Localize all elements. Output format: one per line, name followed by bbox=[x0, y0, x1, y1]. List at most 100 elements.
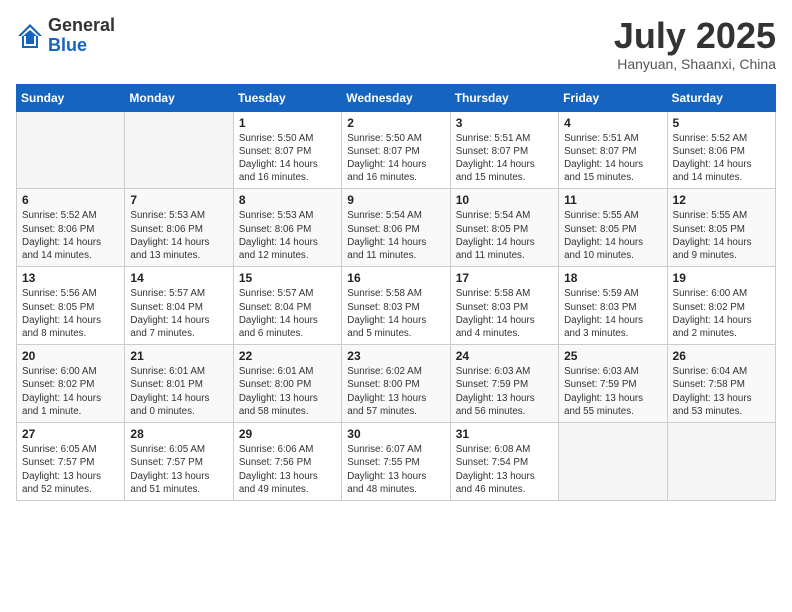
sunset-label: Sunset: 8:00 PM bbox=[239, 379, 311, 390]
day-info: Sunrise: 6:03 AMSunset: 7:59 PMDaylight:… bbox=[564, 365, 661, 418]
sunrise-label: Sunrise: 5:58 AM bbox=[456, 288, 531, 299]
calendar-cell bbox=[667, 423, 775, 501]
daylight-label: Daylight: 14 hours and 7 minutes. bbox=[130, 315, 209, 339]
day-number: 8 bbox=[239, 193, 336, 207]
daylight-label: Daylight: 14 hours and 5 minutes. bbox=[347, 315, 426, 339]
sunrise-label: Sunrise: 5:53 AM bbox=[239, 210, 314, 221]
sunset-label: Sunset: 8:07 PM bbox=[239, 146, 311, 157]
day-number: 1 bbox=[239, 116, 336, 130]
day-number: 5 bbox=[673, 116, 770, 130]
daylight-label: Daylight: 14 hours and 1 minute. bbox=[22, 393, 101, 417]
sunrise-label: Sunrise: 6:00 AM bbox=[22, 366, 97, 377]
sunset-label: Sunset: 8:03 PM bbox=[564, 302, 636, 313]
day-number: 13 bbox=[22, 271, 119, 285]
day-number: 15 bbox=[239, 271, 336, 285]
sunset-label: Sunset: 8:03 PM bbox=[456, 302, 528, 313]
sunset-label: Sunset: 8:06 PM bbox=[673, 146, 745, 157]
day-number: 6 bbox=[22, 193, 119, 207]
day-number: 25 bbox=[564, 349, 661, 363]
calendar-cell: 30Sunrise: 6:07 AMSunset: 7:55 PMDayligh… bbox=[342, 423, 450, 501]
day-info: Sunrise: 5:54 AMSunset: 8:06 PMDaylight:… bbox=[347, 209, 444, 262]
daylight-label: Daylight: 13 hours and 52 minutes. bbox=[22, 471, 101, 495]
calendar-cell: 12Sunrise: 5:55 AMSunset: 8:05 PMDayligh… bbox=[667, 189, 775, 267]
calendar-cell: 8Sunrise: 5:53 AMSunset: 8:06 PMDaylight… bbox=[233, 189, 341, 267]
sunrise-label: Sunrise: 5:51 AM bbox=[456, 133, 531, 144]
week-row-2: 6 Sunrise: 5:52 AM Sunset: 8:06 PM Daylight… bbox=[17, 189, 776, 267]
calendar-cell: 16Sunrise: 5:58 AMSunset: 8:03 PMDayligh… bbox=[342, 267, 450, 345]
sunrise-label: Sunrise: 6:02 AM bbox=[347, 366, 422, 377]
sunset-label: Sunset: 8:07 PM bbox=[456, 146, 528, 157]
sunset-label: Sunset: 8:06 PM bbox=[22, 224, 94, 235]
calendar-cell: 20Sunrise: 6:00 AMSunset: 8:02 PMDayligh… bbox=[17, 345, 125, 423]
sunrise-label: Sunrise: 5:52 AM bbox=[673, 133, 748, 144]
calendar-cell: 14Sunrise: 5:57 AMSunset: 8:04 PMDayligh… bbox=[125, 267, 233, 345]
daylight-label: Daylight: 14 hours and 14 minutes. bbox=[673, 159, 752, 183]
daylight-label: Daylight: 14 hours and 11 minutes. bbox=[456, 237, 535, 261]
calendar-cell: 27Sunrise: 6:05 AMSunset: 7:57 PMDayligh… bbox=[17, 423, 125, 501]
day-info: Sunrise: 5:57 AMSunset: 8:04 PMDaylight:… bbox=[130, 287, 227, 340]
calendar-cell: 2Sunrise: 5:50 AMSunset: 8:07 PMDaylight… bbox=[342, 111, 450, 189]
day-number: 24 bbox=[456, 349, 553, 363]
calendar-cell: 26Sunrise: 6:04 AMSunset: 7:58 PMDayligh… bbox=[667, 345, 775, 423]
week-row-3: 13Sunrise: 5:56 AMSunset: 8:05 PMDayligh… bbox=[17, 267, 776, 345]
sunrise-label: Sunrise: 5:58 AM bbox=[347, 288, 422, 299]
sunset-label: Sunset: 8:05 PM bbox=[22, 302, 94, 313]
sunset-label: Sunset: 8:03 PM bbox=[347, 302, 419, 313]
daylight-label: Daylight: 13 hours and 58 minutes. bbox=[239, 393, 318, 417]
logo-blue-text: Blue bbox=[48, 35, 87, 55]
sunset-label: Sunset: 8:06 PM bbox=[239, 224, 311, 235]
day-number: 2 bbox=[347, 116, 444, 130]
day-info: Sunrise: 5:53 AMSunset: 8:06 PMDaylight:… bbox=[239, 209, 336, 262]
day-info: Sunrise: 6:05 AMSunset: 7:57 PMDaylight:… bbox=[130, 443, 227, 496]
calendar-cell: 4Sunrise: 5:51 AMSunset: 8:07 PMDaylight… bbox=[559, 111, 667, 189]
sunset-label: Sunset: 8:02 PM bbox=[673, 302, 745, 313]
calendar-cell bbox=[125, 111, 233, 189]
calendar-cell: 24 Sunrise: 6:03 AMSunset: 7:59 PMDayligh… bbox=[450, 345, 558, 423]
day-number: 19 bbox=[673, 271, 770, 285]
calendar-cell: 23Sunrise: 6:02 AMSunset: 8:00 PMDayligh… bbox=[342, 345, 450, 423]
day-header-tuesday: Tuesday bbox=[233, 84, 341, 111]
day-info: Sunrise: 6:03 AMSunset: 7:59 PMDaylight:… bbox=[456, 365, 553, 418]
calendar-cell bbox=[559, 423, 667, 501]
daylight-label: Daylight: 14 hours and 15 minutes. bbox=[456, 159, 535, 183]
week-row-4: 20Sunrise: 6:00 AMSunset: 8:02 PMDayligh… bbox=[17, 345, 776, 423]
calendar-cell: 29Sunrise: 6:06 AMSunset: 7:56 PMDayligh… bbox=[233, 423, 341, 501]
sunset-label: Sunset: 7:56 PM bbox=[239, 457, 311, 468]
location: Hanyuan, Shaanxi, China bbox=[614, 56, 776, 72]
sunset-label: Sunset: 8:05 PM bbox=[673, 224, 745, 235]
sunrise-label: Sunrise: 5:51 AM bbox=[564, 133, 639, 144]
sunset-label: Sunset: 8:04 PM bbox=[130, 302, 202, 313]
day-info: Sunrise: 5:54 AMSunset: 8:05 PMDaylight:… bbox=[456, 209, 553, 262]
daylight-label: Daylight: 14 hours and 0 minutes. bbox=[130, 393, 209, 417]
day-info: Sunrise: 6:02 AM Sunset: 8:00 PM Daylight:… bbox=[347, 365, 444, 418]
sunrise-label: Sunrise: 6:08 AM bbox=[456, 444, 531, 455]
calendar-cell: 18Sunrise: 5:59 AMSunset: 8:03 PMDayligh… bbox=[559, 267, 667, 345]
calendar-cell: 13Sunrise: 5:56 AMSunset: 8:05 PMDayligh… bbox=[17, 267, 125, 345]
day-info: Sunrise: 5:59 AMSunset: 8:03 PMDaylight:… bbox=[564, 287, 661, 340]
day-info: Sunrise: 6:00 AMSunset: 8:02 PMDaylight:… bbox=[673, 287, 770, 340]
calendar-cell bbox=[17, 111, 125, 189]
sunrise-label: Sunrise: 6:05 AM bbox=[130, 444, 205, 455]
logo-general-text: General bbox=[48, 15, 115, 35]
day-number: 17 bbox=[456, 271, 553, 285]
day-number: 20 bbox=[22, 349, 119, 363]
day-number: 21 bbox=[130, 349, 227, 363]
sunset-label: Sunset: 7:57 PM bbox=[22, 457, 94, 468]
sunrise-label: Sunrise: 6:00 AM bbox=[673, 288, 748, 299]
sunrise-label: Sunrise: 6:03 AM bbox=[456, 366, 531, 377]
daylight-label: Daylight: 14 hours and 11 minutes. bbox=[347, 237, 426, 261]
day-info: Sunrise: 6:01 AMSunset: 8:01 PMDaylight:… bbox=[130, 365, 227, 418]
daylight-label: Daylight: 14 hours and 16 minutes. bbox=[239, 159, 318, 183]
day-info: Sunrise: 6:04 AMSunset: 7:58 PMDaylight:… bbox=[673, 365, 770, 418]
calendar: SundayMondayTuesdayWednesdayThursdayFrid… bbox=[16, 84, 776, 501]
sunrise-label: Sunrise: 5:55 AM bbox=[673, 210, 748, 221]
calendar-cell: 1Sunrise: 5:50 AMSunset: 8:07 PMDaylight… bbox=[233, 111, 341, 189]
daylight-label: Daylight: 13 hours and 57 minutes. bbox=[347, 393, 426, 417]
week-row-1: 1Sunrise: 5:50 AMSunset: 8:07 PMDaylight… bbox=[17, 111, 776, 189]
daylight-label: Daylight: 14 hours and 15 minutes. bbox=[564, 159, 643, 183]
daylight-label: Daylight: 14 hours and 6 minutes. bbox=[239, 315, 318, 339]
day-info: Sunrise: 5:52 AMSunset: 8:06 PMDaylight:… bbox=[22, 209, 119, 262]
sunset-label: Sunset: 8:00 PM bbox=[347, 379, 419, 390]
sunrise-label: Sunrise: 6:01 AM bbox=[239, 366, 314, 377]
sunrise-label: Sunrise: 5:52 AM bbox=[22, 210, 97, 221]
